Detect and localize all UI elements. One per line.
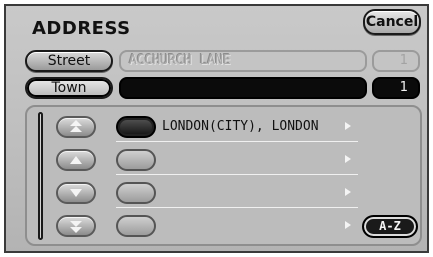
town-field xyxy=(119,77,367,99)
page-down-icon xyxy=(70,221,82,233)
cancel-button[interactable]: Cancel xyxy=(363,9,421,35)
a-z-button[interactable]: A-Z xyxy=(362,215,418,238)
up-icon xyxy=(70,156,82,164)
town-button[interactable]: Town xyxy=(25,77,113,99)
row-arrow-icon xyxy=(345,188,351,196)
town-count: 1 xyxy=(372,77,420,99)
street-field: ACCHURCH LANE xyxy=(119,50,367,72)
row-arrow-icon xyxy=(345,122,351,130)
list-item[interactable]: LONDON(CITY), LONDON xyxy=(162,117,319,137)
row-divider xyxy=(116,174,358,175)
down-icon xyxy=(70,189,82,197)
row-select-button[interactable] xyxy=(116,215,156,237)
row-divider xyxy=(116,207,358,208)
up-button[interactable] xyxy=(56,149,96,171)
street-button[interactable]: Street xyxy=(25,50,113,72)
down-button[interactable] xyxy=(56,182,96,204)
page-down-button[interactable] xyxy=(56,215,96,237)
row-divider xyxy=(116,141,358,142)
street-count: 1 xyxy=(372,50,420,72)
scrollbar[interactable] xyxy=(38,112,43,240)
row-select-button[interactable] xyxy=(116,182,156,204)
row-arrow-icon xyxy=(345,155,351,163)
row-select-button[interactable] xyxy=(116,149,156,171)
row-arrow-icon xyxy=(345,221,351,229)
page-title: ADDRESS xyxy=(32,18,131,39)
page-up-icon xyxy=(70,120,82,132)
row-select-button[interactable] xyxy=(116,116,156,138)
page-up-button[interactable] xyxy=(56,116,96,138)
